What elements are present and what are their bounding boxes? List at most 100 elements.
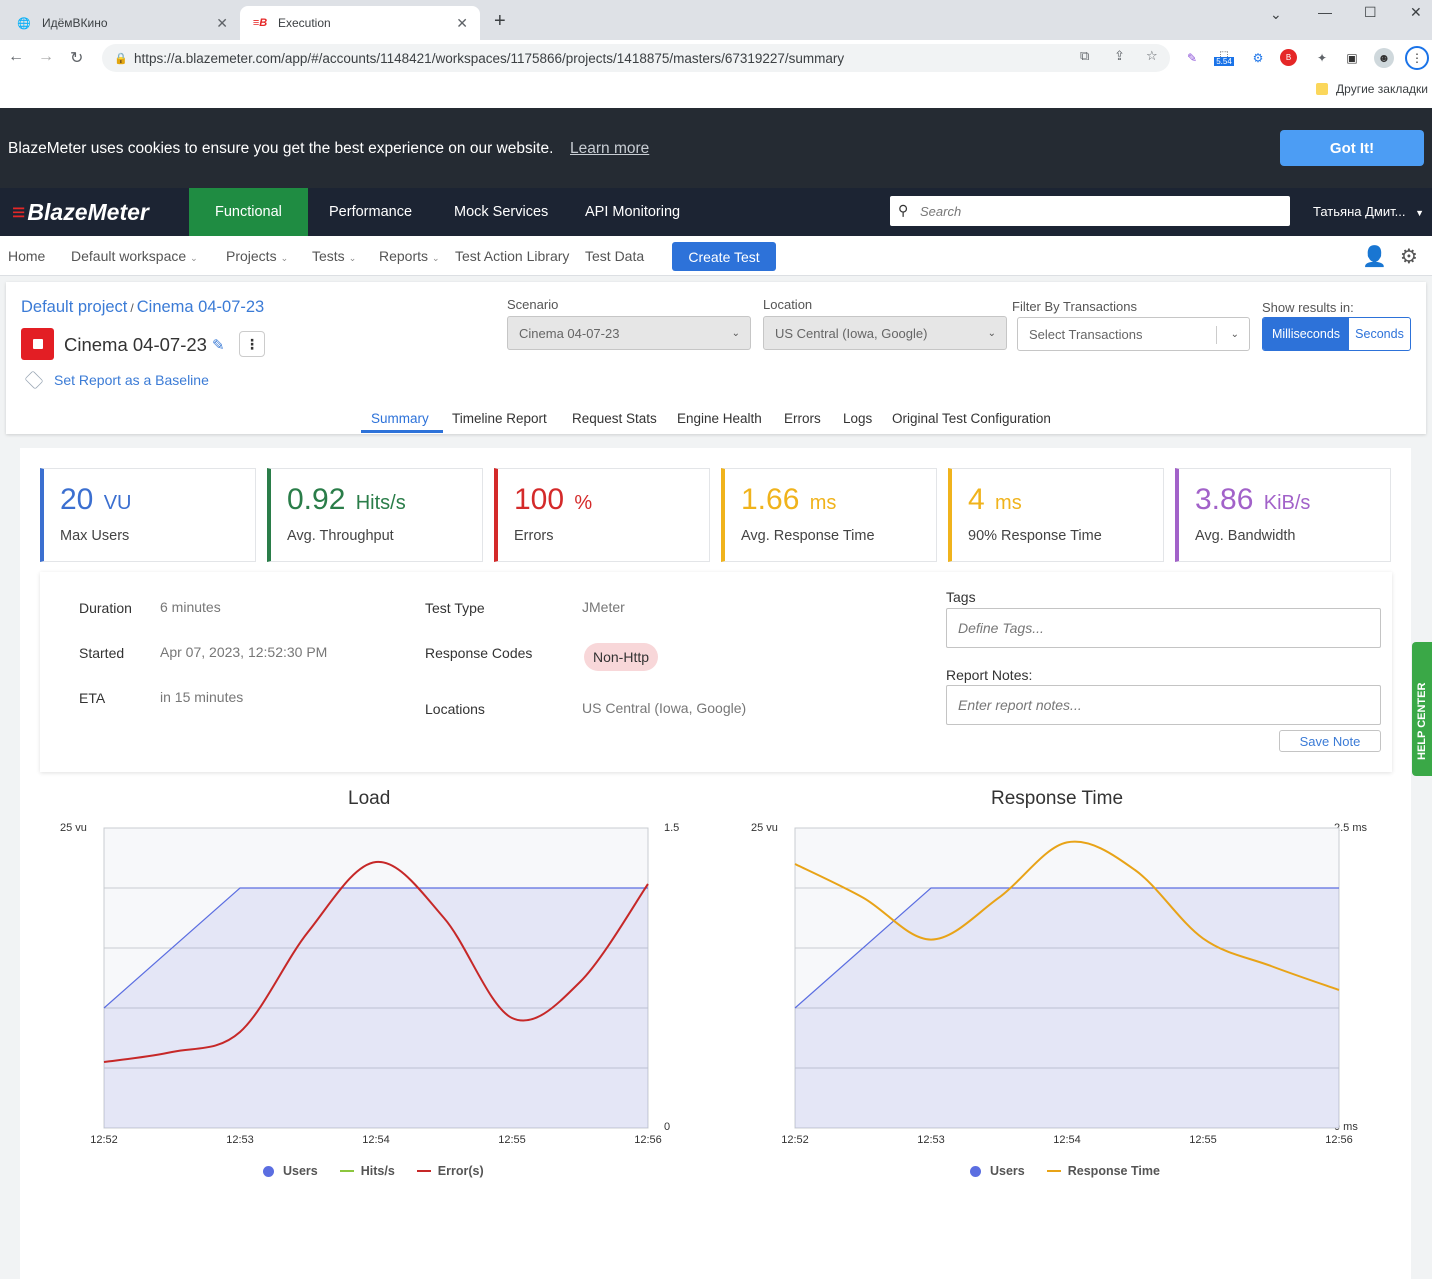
chevron-down-icon[interactable]: ⌄ — [1270, 6, 1282, 23]
x-tick-label: 12:56 — [634, 1134, 662, 1146]
kpi-unit: VU — [103, 492, 132, 514]
breadcrumb-project[interactable]: Default project — [21, 298, 127, 316]
new-tab-icon[interactable]: + — [494, 10, 506, 33]
report-notes-label: Report Notes: — [946, 667, 1033, 683]
x-tick-label: 12:54 — [1053, 1134, 1081, 1146]
url-input[interactable]: 🔒 https://a.blazemeter.com/app/#/account… — [102, 44, 1170, 72]
edit-pencil-icon[interactable]: ✎ — [212, 336, 225, 354]
got-it-button[interactable]: Got It! — [1280, 130, 1424, 166]
breadcrumb-test[interactable]: Cinema 04-07-23 — [137, 298, 265, 316]
tab-timeline-report[interactable]: Timeline Report — [452, 411, 547, 426]
tab-request-stats[interactable]: Request Stats — [572, 411, 657, 426]
menu-kebab-icon[interactable]: ⋮ — [1405, 46, 1429, 70]
kpi-unit: ms — [995, 492, 1022, 514]
forward-icon[interactable]: → — [38, 48, 54, 66]
save-note-button[interactable]: Save Note — [1279, 730, 1381, 752]
location-select[interactable]: US Central (Iowa, Google) ⌄ — [763, 316, 1007, 350]
subnav-tests[interactable]: Tests ⌄ — [312, 248, 356, 264]
kpi-value: 20 VU — [60, 483, 132, 517]
scenario-value: Cinema 04-07-23 — [519, 325, 620, 341]
response-code-badge[interactable]: Non-Http — [584, 643, 659, 671]
subnav-reports[interactable]: Reports ⌄ — [379, 248, 440, 264]
scenario-select[interactable]: Cinema 04-07-23 ⌄ — [507, 316, 751, 350]
nav-functional[interactable]: Functional — [189, 188, 308, 236]
tab-original-test-configuration[interactable]: Original Test Configuration — [892, 411, 1051, 426]
reload-icon[interactable]: ↻ — [70, 48, 83, 68]
eta-label: ETA — [79, 690, 106, 706]
seconds-button[interactable]: Seconds — [1349, 318, 1410, 350]
baseline-label: Set Report as a Baseline — [54, 372, 209, 388]
more-options-icon[interactable]: ⋮ — [239, 331, 265, 357]
back-icon[interactable]: ← — [8, 48, 24, 66]
legend-users[interactable]: Users — [990, 1164, 1025, 1178]
maximize-icon[interactable]: ☐ — [1364, 4, 1377, 21]
subnav-test-data[interactable]: Test Data — [585, 248, 644, 264]
sidepanel-icon[interactable]: ▣ — [1342, 48, 1362, 68]
url-text: https://a.blazemeter.com/app/#/accounts/… — [134, 50, 845, 66]
select-divider — [1216, 326, 1217, 344]
extension-badge-icon[interactable]: ⬚ 5.54 — [1214, 48, 1234, 68]
create-test-button[interactable]: Create Test — [672, 242, 776, 271]
close-window-icon[interactable]: ✕ — [1410, 4, 1422, 21]
learn-more-link[interactable]: Learn more — [570, 140, 649, 158]
nav-performance[interactable]: Performance — [329, 188, 412, 236]
legend-hits-marker — [339, 1170, 354, 1172]
chevron-down-icon: ⌄ — [348, 253, 357, 263]
response-time-chart-title: Response Time — [991, 788, 1124, 809]
legend-response-time[interactable]: Response Time — [1068, 1164, 1160, 1178]
browser-tab[interactable]: 🌐 ИдёмВКино ✕ — [4, 6, 240, 40]
scenario-label: Scenario — [507, 297, 559, 312]
legend-errors[interactable]: Error(s) — [438, 1164, 484, 1178]
stop-icon — [32, 339, 43, 349]
bookmarks-bar: Другие закладки — [0, 76, 1432, 108]
close-tab-icon[interactable]: ✕ — [456, 15, 468, 32]
puzzle-icon[interactable]: ✦ — [1312, 48, 1332, 68]
duration-label: Duration — [79, 600, 132, 616]
legend-hits[interactable]: Hits/s — [361, 1164, 395, 1178]
legend-users-marker — [970, 1165, 981, 1177]
tab-logs[interactable]: Logs — [843, 411, 872, 426]
help-center-tab[interactable]: HELP CENTER — [1412, 642, 1432, 776]
x-tick-label: 12:52 — [90, 1134, 118, 1146]
pen-extension-icon[interactable]: ✎ — [1182, 48, 1202, 68]
tags-input[interactable]: Define Tags... — [946, 608, 1381, 648]
nav-api-monitoring[interactable]: API Monitoring — [585, 188, 680, 236]
subnav-projects[interactable]: Projects ⌄ — [226, 248, 288, 264]
set-baseline-link[interactable]: Set Report as a Baseline — [24, 370, 209, 390]
nav-mock-services[interactable]: Mock Services — [454, 188, 548, 236]
gear-icon[interactable]: ⚙ — [1400, 244, 1418, 269]
subnav-label: Reports — [379, 248, 429, 264]
blazemeter-extension-icon[interactable]: B — [1280, 49, 1297, 66]
transactions-select[interactable]: Select Transactions ⌄ — [1017, 317, 1250, 351]
chevron-down-icon: ⌄ — [280, 253, 289, 263]
baseline-icon — [24, 370, 44, 390]
milliseconds-button[interactable]: Milliseconds — [1263, 318, 1349, 350]
tab-errors[interactable]: Errors — [784, 411, 821, 426]
share-icon[interactable]: ⇪ — [1114, 48, 1125, 64]
subnav-workspace[interactable]: Default workspace ⌄ — [71, 248, 198, 264]
bookmark-folder[interactable]: Другие закладки — [1316, 82, 1428, 96]
add-user-icon[interactable]: 👤 — [1362, 244, 1387, 269]
tab-summary[interactable]: Summary — [371, 411, 429, 426]
blazemeter-logo[interactable]: ≡ BlazeMeter — [12, 199, 149, 226]
translate-extension-icon[interactable]: ⚙ — [1248, 48, 1268, 68]
eta-value: in 15 minutes — [160, 689, 244, 705]
minimize-icon[interactable]: — — [1318, 4, 1332, 20]
legend-users[interactable]: Users — [283, 1164, 318, 1178]
tab-engine-health[interactable]: Engine Health — [677, 411, 762, 426]
translate-icon[interactable]: ⧉ — [1080, 48, 1089, 64]
star-icon[interactable]: ☆ — [1146, 48, 1158, 64]
browser-tab-active[interactable]: ≡B Execution ✕ — [240, 6, 480, 40]
stop-test-button[interactable] — [21, 328, 54, 360]
user-menu[interactable]: Татьяна Дмит... ▼ — [1313, 204, 1424, 219]
subnav-home[interactable]: Home — [8, 248, 45, 264]
x-tick-label: 12:55 — [498, 1134, 526, 1146]
report-notes-input[interactable]: Enter report notes... — [946, 685, 1381, 725]
kpi-label: Avg. Response Time — [741, 528, 875, 544]
started-value: Apr 07, 2023, 12:52:30 PM — [160, 644, 328, 660]
search-input[interactable]: ⚲ Search — [890, 196, 1290, 226]
profile-avatar[interactable]: ☻ — [1374, 48, 1394, 68]
subnav-test-action-library[interactable]: Test Action Library — [455, 248, 569, 264]
cookie-banner: BlazeMeter uses cookies to ensure you ge… — [0, 108, 1432, 188]
close-tab-icon[interactable]: ✕ — [216, 15, 228, 32]
